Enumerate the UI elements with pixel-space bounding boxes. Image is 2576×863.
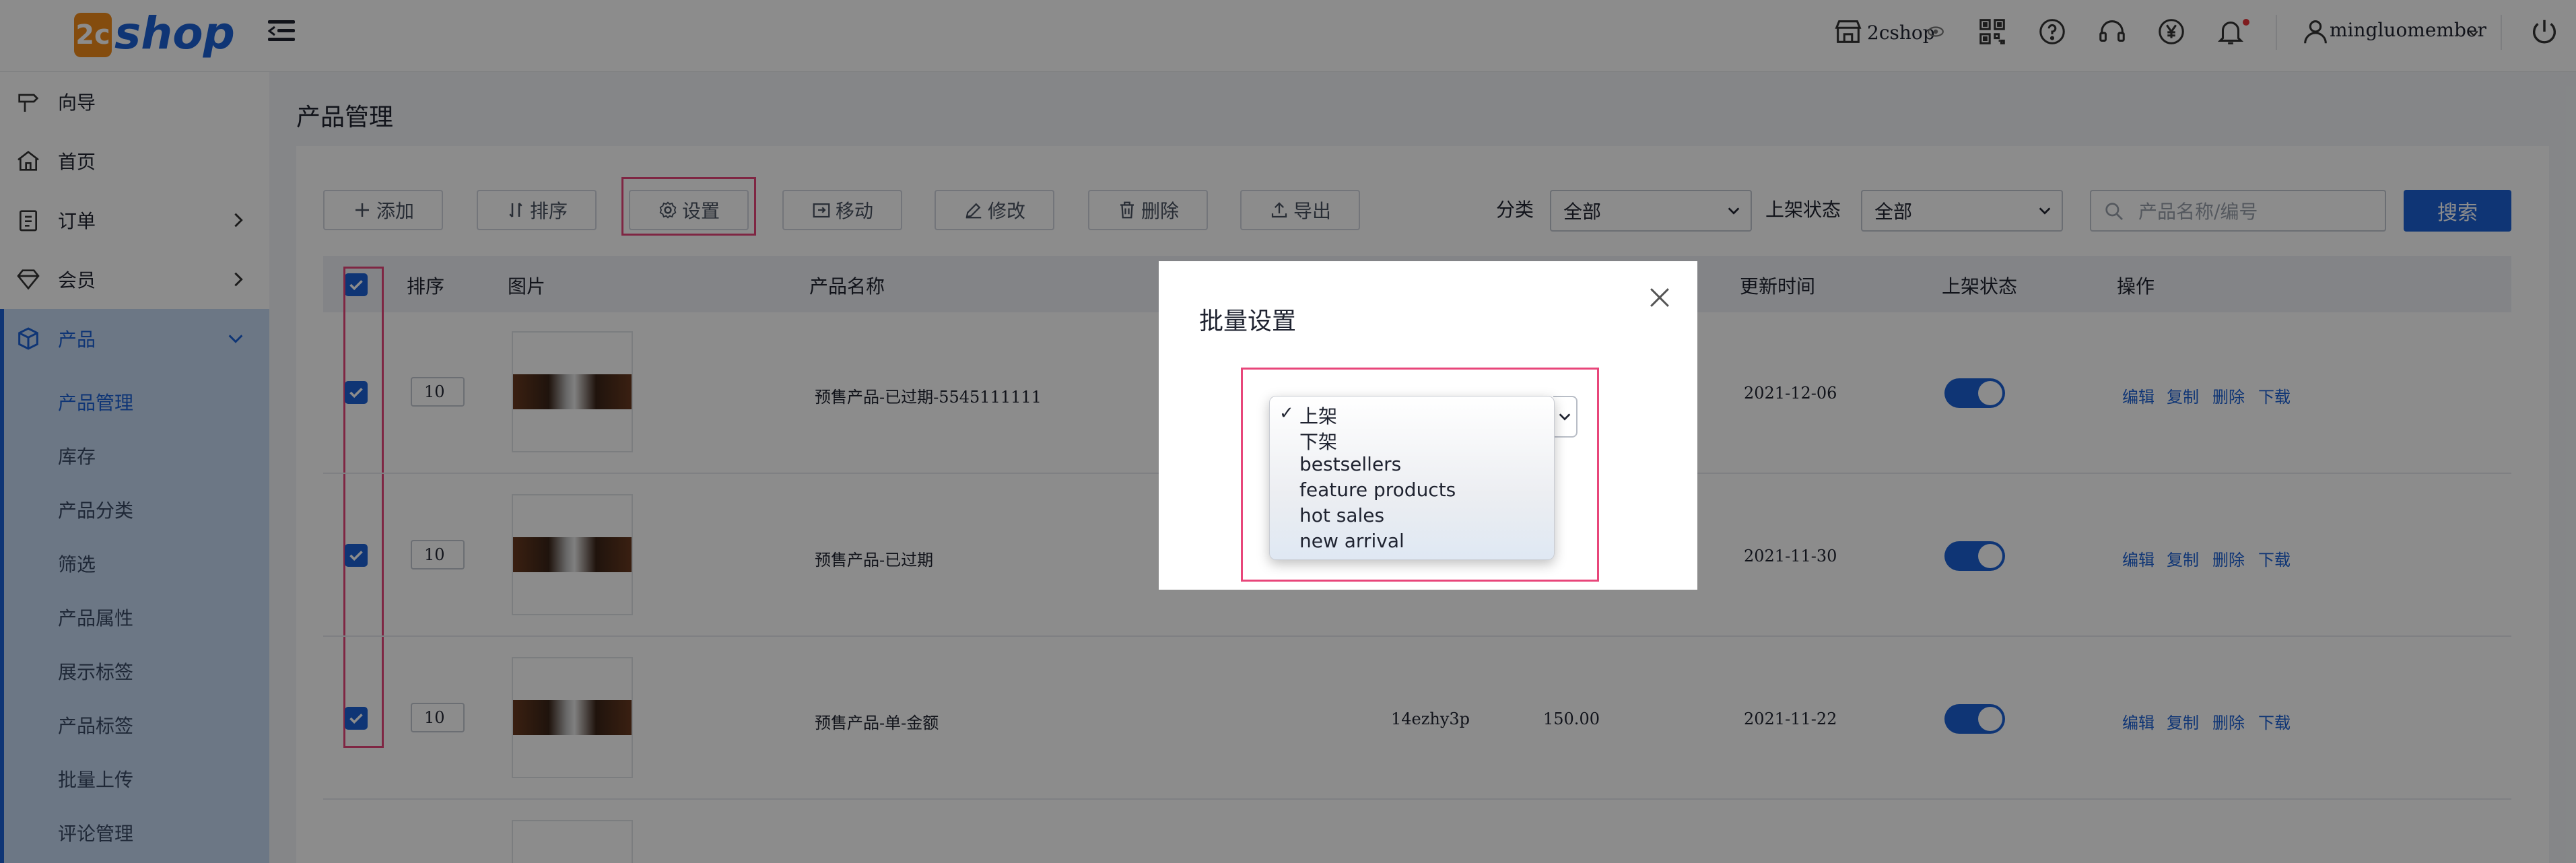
- batch-settings-modal: 批量设置 ✓ 上架 下架 bestsellers feature product…: [1159, 261, 1697, 590]
- checkmark-icon: ✓: [1279, 403, 1294, 423]
- status-dropdown-list[interactable]: ✓ 上架 下架 bestsellers feature products hot…: [1269, 396, 1555, 560]
- dropdown-option[interactable]: hot sales: [1299, 504, 1384, 526]
- dropdown-option[interactable]: bestsellers: [1299, 453, 1401, 475]
- dropdown-option[interactable]: 上架: [1299, 402, 1337, 429]
- dropdown-option[interactable]: 下架: [1299, 427, 1337, 454]
- modal-title: 批量设置: [1199, 308, 1297, 335]
- select-arrow[interactable]: [1553, 396, 1578, 438]
- dropdown-option[interactable]: new arrival: [1299, 530, 1404, 552]
- dropdown-option[interactable]: feature products: [1299, 479, 1456, 501]
- close-icon[interactable]: [1645, 283, 1674, 312]
